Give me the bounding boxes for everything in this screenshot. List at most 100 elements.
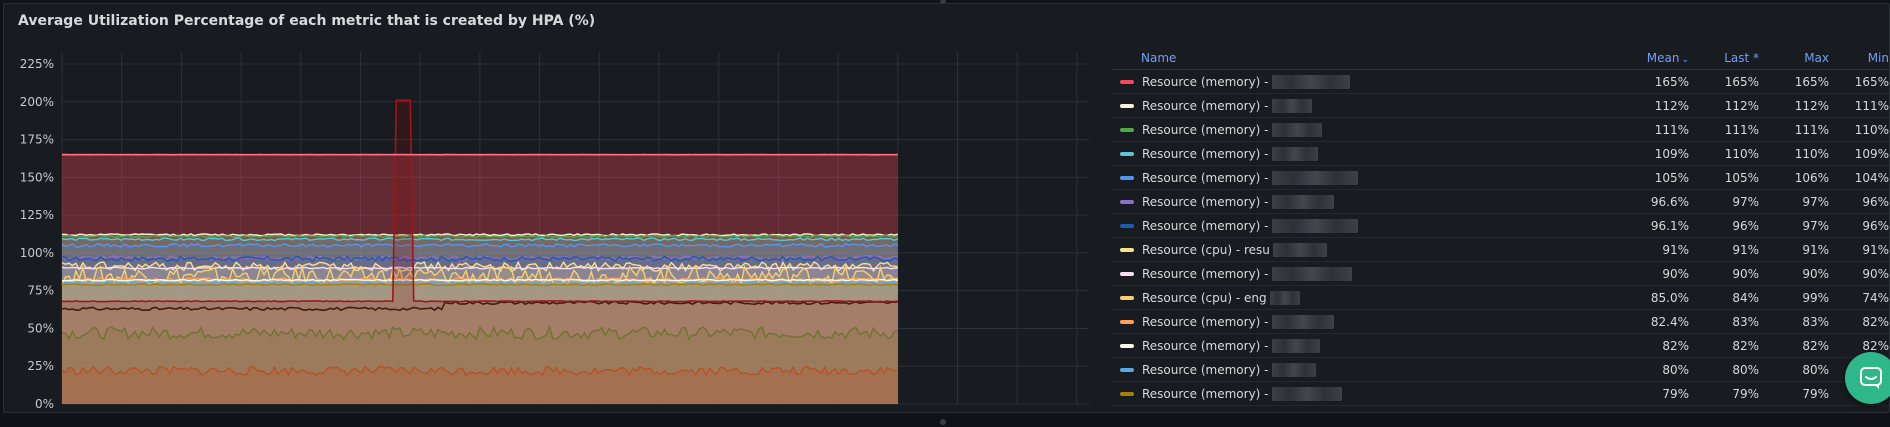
legend-mean-value: 85.0% — [1650, 290, 1689, 305]
legend-series-name[interactable]: Resource (memory) - — [1112, 218, 1627, 233]
redacted-text — [1271, 338, 1320, 353]
legend-mean-value: 82% — [1662, 338, 1689, 353]
legend-row[interactable]: Resource (memory) - 105% 105% 106% 104% — [1112, 166, 1889, 190]
legend-row[interactable]: Resource (memory) - 82% 82% 82% 82% — [1112, 334, 1889, 358]
series-label: Resource (memory) - — [1142, 122, 1269, 137]
legend-header-last[interactable]: Last * — [1697, 51, 1767, 65]
legend-row[interactable]: Resource (memory) - 165% 165% 165% 165% — [1112, 70, 1889, 94]
x-tick-label: 00:00 — [881, 411, 916, 413]
legend-min-value: 74% — [1862, 290, 1889, 305]
redacted-text — [1271, 362, 1316, 377]
legend-row[interactable]: Resource (memory) -80%80%80%80% — [1112, 358, 1889, 382]
legend-row[interactable]: Resource (memory) -79%79%79%79% — [1112, 382, 1889, 406]
series-color-swatch[interactable] — [1120, 295, 1134, 300]
series-color-swatch[interactable] — [1120, 343, 1134, 348]
series-color-swatch[interactable] — [1120, 79, 1134, 84]
legend-last-value: 110% — [1724, 146, 1759, 161]
legend-series-name[interactable]: Resource (memory) - — [1112, 314, 1627, 329]
series-label: Resource (memory) - — [1142, 314, 1269, 329]
legend-series-name[interactable]: Resource (memory) - — [1112, 362, 1627, 377]
legend-row[interactable]: Resource (memory) - 109% 110% 110% 109% — [1112, 142, 1889, 166]
x-tick-label: 22:30 — [343, 411, 378, 413]
legend-mean-value: 82.4% — [1650, 314, 1689, 329]
legend-series-name[interactable]: Resource (cpu) - eng — [1112, 290, 1627, 305]
time-series-chart[interactable]: 225% 200% 175% 150% 125% 100% 75% 50% 25% 0%21:40… — [4, 48, 1094, 413]
legend-row[interactable]: Resource (memory) - 111% 111% 111% 110% — [1112, 118, 1889, 142]
legend-max-value: 90% — [1802, 266, 1829, 281]
series-color-swatch[interactable] — [1120, 199, 1134, 204]
series-color-swatch[interactable] — [1120, 271, 1134, 276]
legend-last-value: 91% — [1732, 242, 1759, 257]
y-tick-label: 125% — [20, 208, 54, 222]
series-color-swatch[interactable] — [1120, 103, 1134, 108]
legend-row[interactable]: Resource (memory) - 112% 112% 112% 111% — [1112, 94, 1889, 118]
series-color-swatch[interactable] — [1120, 127, 1134, 132]
legend-series-name[interactable]: Resource (memory) - — [1112, 98, 1627, 113]
legend-series-name[interactable]: Resource (memory) - — [1112, 194, 1627, 209]
x-tick-label: 00:30 — [1060, 411, 1094, 413]
legend-min-value: 82% — [1862, 338, 1889, 353]
y-tick-label: 50% — [27, 321, 54, 335]
legend-max-value: 82% — [1802, 338, 1829, 353]
series-color-swatch[interactable] — [1120, 319, 1134, 324]
series-label: Resource (memory) - — [1142, 194, 1269, 209]
y-tick-label: 100% — [20, 246, 54, 260]
legend-min-value: 82% — [1862, 314, 1889, 329]
panel-title[interactable]: Average Utilization Percentage of each m… — [18, 13, 595, 29]
y-tick-label: 0% — [35, 397, 54, 411]
legend-row[interactable]: Resource (memory) - 82.4% 83% 83% 82% — [1112, 310, 1889, 334]
series-color-swatch[interactable] — [1120, 151, 1134, 156]
legend-min-value: 96% — [1862, 194, 1889, 209]
legend-series-name[interactable]: Resource (memory) - — [1112, 74, 1627, 89]
legend-max-value: 111% — [1794, 122, 1829, 137]
legend-series-name[interactable]: Resource (cpu) - resu — [1112, 242, 1627, 257]
legend-body: Resource (memory) -165% 165% 165% 165% Resou… — [1112, 70, 1889, 406]
series-label: Resource (memory) - — [1142, 146, 1269, 161]
series-color-swatch[interactable] — [1120, 223, 1134, 228]
series-color-swatch[interactable] — [1120, 247, 1134, 252]
legend-header-mean[interactable]: Mean ⌄ — [1627, 51, 1697, 65]
legend-row[interactable]: Resource (memory) - 90% 90% 90% 90% — [1112, 262, 1889, 286]
legend-min-value: 110% — [1854, 122, 1889, 137]
legend-header-name[interactable]: Name — [1112, 51, 1627, 65]
legend-max-value: 165% — [1794, 74, 1829, 89]
legend-last-value: 79% — [1732, 386, 1759, 401]
chat-bubble-icon — [1860, 367, 1882, 389]
x-tick-label: 23:00 — [522, 411, 557, 413]
legend-max-value: 97% — [1802, 194, 1829, 209]
legend-header-max[interactable]: Max — [1767, 51, 1837, 65]
x-tick-label: 23:20 — [642, 411, 677, 413]
chart-svg[interactable]: 225% 200% 175% 150% 125% 100% 75% 50% 25% 0%21:40… — [4, 48, 1094, 413]
legend-max-value: 97% — [1802, 218, 1829, 233]
legend-last-value: 83% — [1732, 314, 1759, 329]
legend-series-name[interactable]: Resource (memory) - — [1112, 338, 1627, 353]
legend-mean-value: 165% — [1654, 74, 1689, 89]
redacted-text — [1272, 242, 1327, 257]
legend-row[interactable]: Resource (cpu) - resu 91% 91% 91% 91% — [1112, 238, 1889, 262]
series-color-swatch[interactable] — [1120, 391, 1134, 396]
legend-min-value: 90% — [1862, 266, 1889, 281]
legend-series-name[interactable]: Resource (memory) - — [1112, 122, 1627, 137]
legend-row[interactable]: Resource (memory) - 96.6% 97% 97% 96% — [1112, 190, 1889, 214]
legend-series-name[interactable]: Resource (memory) - — [1112, 266, 1627, 281]
redacted-text — [1271, 74, 1350, 89]
series-color-swatch[interactable] — [1120, 175, 1134, 180]
legend-max-value: 106% — [1794, 170, 1829, 185]
y-tick-label: 200% — [20, 95, 54, 109]
series-color-swatch[interactable] — [1120, 367, 1134, 372]
series-label: Resource (memory) - — [1142, 74, 1269, 89]
legend-row[interactable]: Resource (memory) - 96.1% 96% 97% 96% — [1112, 214, 1889, 238]
legend-max-value: 83% — [1802, 314, 1829, 329]
series-label: Resource (memory) - — [1142, 170, 1269, 185]
legend-series-name[interactable]: Resource (memory) - — [1112, 146, 1627, 161]
legend-last-value: 96% — [1732, 218, 1759, 233]
legend-row[interactable]: Resource (cpu) - eng 85.0% 84% 99% 74% — [1112, 286, 1889, 310]
chat-button[interactable] — [1845, 352, 1890, 404]
x-tick-label: 00:20 — [1000, 411, 1035, 413]
bottom-drag-handle[interactable] — [940, 419, 946, 425]
legend-mean-value: 96.1% — [1650, 218, 1689, 233]
x-tick-label: 00:10 — [940, 411, 975, 413]
legend-header-min[interactable]: Min — [1837, 51, 1889, 65]
legend-series-name[interactable]: Resource (memory) - — [1112, 386, 1627, 401]
legend-series-name[interactable]: Resource (memory) - — [1112, 170, 1627, 185]
